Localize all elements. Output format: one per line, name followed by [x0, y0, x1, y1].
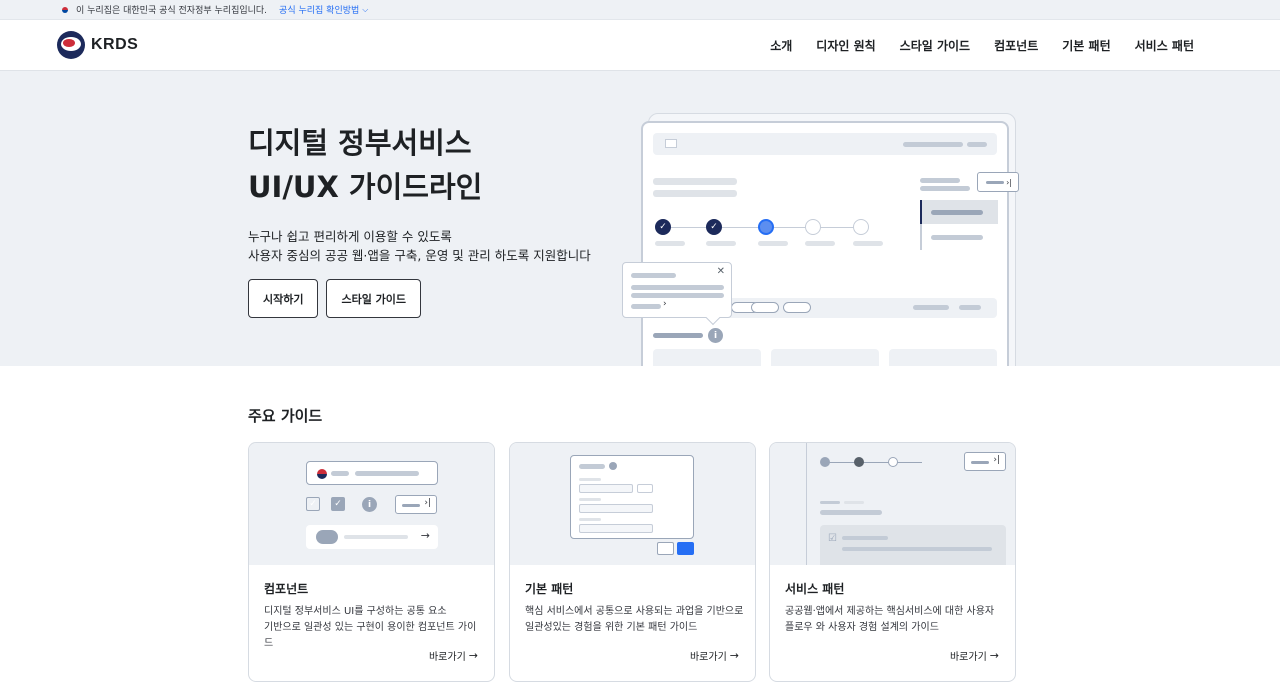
checklist-icon: ☑ [828, 533, 837, 544]
mockup-tooltip: ✕ › [622, 262, 732, 326]
chat-icon [316, 530, 338, 544]
korea-flag-icon [665, 139, 677, 148]
card-description: 디지털 정부서비스 UI를 구성하는 공통 요소 기반으로 일관성 있는 구현이… [264, 606, 477, 649]
hero-description: 누구나 쉽고 편리하게 이용할 수 있도록 사용자 중심의 공공 웹·앱을 구축… [248, 227, 591, 265]
card-link-label: 바로가기 [428, 652, 466, 663]
site-header: KRDS 소개 디자인 원칙 스타일 가이드 컴포넌트 기본 패턴 서비스 패턴 [0, 20, 1280, 71]
nav-item-basic-patterns[interactable]: 기본 패턴 [1062, 37, 1110, 54]
guide-card-basic-patterns[interactable]: 기본 패턴 핵심 서비스에서 공통으로 사용되는 과업을 기반으로 일관성있는 … [509, 442, 756, 682]
card-link[interactable]: 바로가기 → [429, 648, 478, 663]
nav-item-design-principles[interactable]: 디자인 원칙 [816, 37, 875, 54]
chevron-right-icon: › [663, 299, 667, 309]
card-title: 서비스 패턴 [785, 582, 845, 596]
gov-banner: 이 누리집은 대한민국 공식 전자정부 누리집입니다. 공식 누리집 확인방법 … [0, 0, 1280, 20]
gov-banner-text: 이 누리집은 대한민국 공식 전자정부 누리집입니다. [76, 6, 268, 16]
hero-buttons: 시작하기 스타일 가이드 [248, 279, 422, 318]
nav-item-intro[interactable]: 소개 [770, 37, 792, 54]
close-icon: ✕ [716, 266, 725, 277]
card-title: 기본 패턴 [525, 582, 574, 596]
step-done-icon: ✓ [706, 219, 722, 235]
step-current-icon [854, 457, 864, 467]
verify-label: 공식 누리집 확인방법 [279, 6, 360, 16]
info-icon: i [708, 328, 723, 343]
step-pending-icon [805, 219, 821, 235]
skip-to-end-icon: ›| [964, 452, 1006, 471]
logo-text: KRDS [91, 36, 139, 53]
basic-patterns-illustration [510, 443, 755, 565]
start-button[interactable]: 시작하기 [248, 279, 319, 318]
components-illustration: ✓ ✓ i ›| → [249, 443, 494, 565]
info-icon: i [362, 497, 377, 512]
skip-to-end-icon: ›| [977, 172, 1019, 192]
guide-card-service-patterns[interactable]: ›| ☑ 서비스 패턴 공공웹·앱에서 제공하는 핵심서비스에 대한 사용자 플… [769, 442, 1016, 682]
skip-to-end-icon: ›| [395, 495, 437, 514]
hero-desc-line1: 누구나 쉽고 편리하게 이용할 수 있도록 [248, 229, 452, 244]
step-done-icon [820, 457, 830, 467]
style-guide-button[interactable]: 스타일 가이드 [326, 279, 422, 318]
hero: 디지털 정부서비스 UI/UX 가이드라인 누구나 쉽고 편리하게 이용할 수 … [0, 71, 1280, 366]
hero-desc-line2: 사용자 중심의 공공 웹·앱을 구축, 운영 및 관리 하도록 지원합니다 [248, 248, 591, 263]
step-done-icon: ✓ [655, 219, 671, 235]
verify-link[interactable]: 공식 누리집 확인방법 ⌵ [279, 3, 369, 17]
info-icon [609, 462, 617, 470]
arrow-right-icon: → [989, 649, 999, 662]
arrow-right-icon: → [420, 529, 430, 542]
korea-flag-icon [60, 6, 70, 14]
taegeuk-logo-icon [317, 469, 327, 479]
mockup-illustration: ✓ ✓ i [641, 121, 1009, 366]
hero-title: 디지털 정부서비스 UI/UX 가이드라인 [248, 121, 482, 209]
logo[interactable]: KRDS [57, 31, 138, 59]
card-title: 컴포넌트 [264, 582, 309, 596]
main-nav: 소개 디자인 원칙 스타일 가이드 컴포넌트 기본 패턴 서비스 패턴 [770, 37, 1194, 54]
nav-item-components[interactable]: 컴포넌트 [994, 37, 1038, 54]
guide-card-components[interactable]: ✓ ✓ i ›| → 컴포넌트 디지털 정부서비스 UI를 구성하는 공통 요소… [248, 442, 495, 682]
checkbox-checked-icon: ✓ [331, 497, 345, 511]
card-description: 핵심 서비스에서 공통으로 사용되는 과업을 기반으로 일관성있는 경험을 위한… [525, 606, 744, 633]
arrow-right-icon: → [468, 649, 478, 662]
card-link[interactable]: 바로가기 → [950, 648, 999, 663]
nav-item-service-patterns[interactable]: 서비스 패턴 [1135, 37, 1194, 54]
card-link-label: 바로가기 [949, 652, 987, 663]
card-description: 공공웹·앱에서 제공하는 핵심서비스에 대한 사용자 플로우 와 사용자 경험 … [785, 606, 995, 633]
card-link[interactable]: 바로가기 → [690, 648, 739, 663]
arrow-right-icon: → [729, 649, 739, 662]
taegeuk-logo-icon [57, 31, 85, 59]
hero-title-line2: UI/UX 가이드라인 [248, 170, 483, 204]
step-pending-icon [853, 219, 869, 235]
service-patterns-illustration: ›| ☑ [770, 443, 1015, 565]
checkbox-icon: ✓ [306, 497, 320, 511]
chevron-down-icon: ⌵ [362, 4, 369, 14]
card-link-label: 바로가기 [689, 652, 727, 663]
nav-item-style-guide[interactable]: 스타일 가이드 [900, 37, 970, 54]
hero-title-line1: 디지털 정부서비스 [248, 126, 472, 160]
section-title: 주요 가이드 [248, 407, 323, 425]
step-current-icon [758, 219, 774, 235]
step-pending-icon [888, 457, 898, 467]
